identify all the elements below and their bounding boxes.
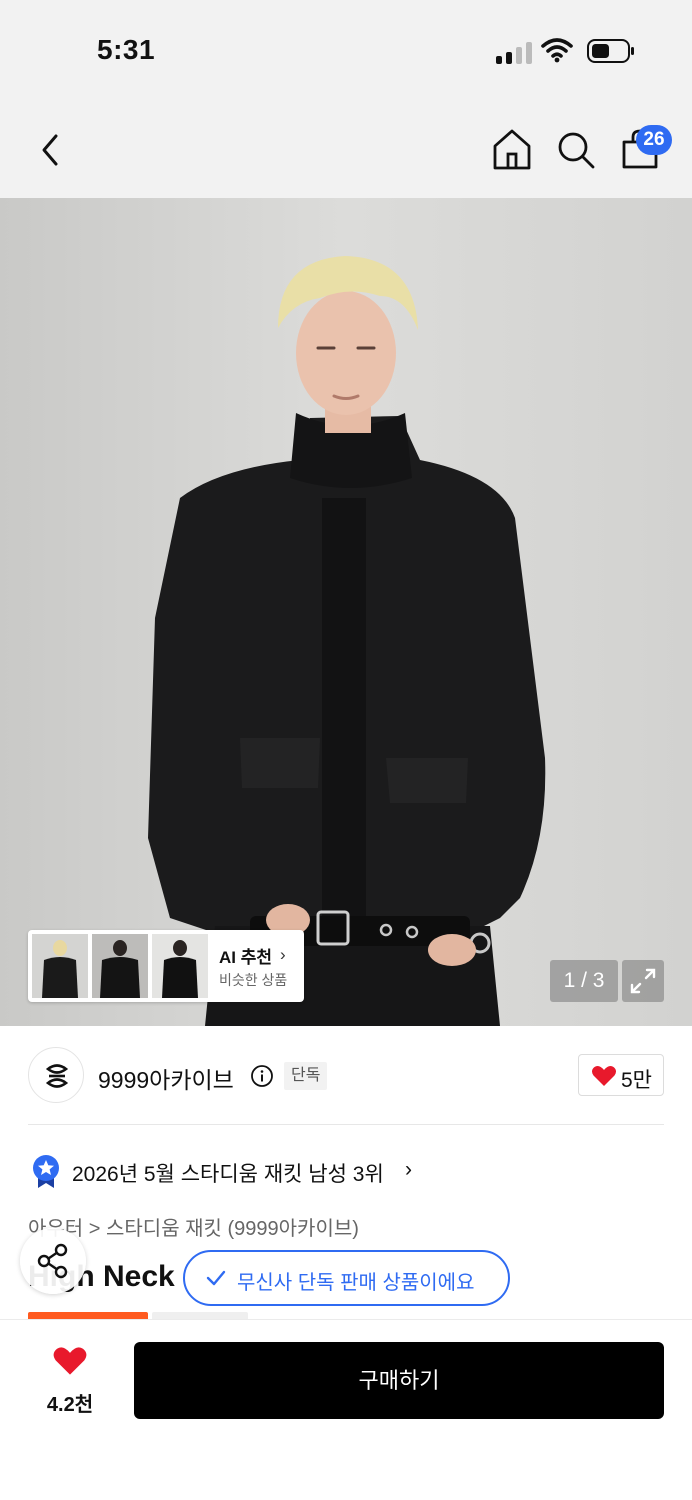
heart-icon: [53, 1347, 87, 1375]
check-icon: [206, 1270, 226, 1286]
home-icon[interactable]: [492, 128, 532, 170]
ranking-link[interactable]: 2026년 5월 스타디움 재킷 남성 3위: [72, 1158, 384, 1188]
exclusive-tag: 단독: [284, 1062, 328, 1090]
expand-button[interactable]: [622, 960, 664, 1002]
status-time: 5:31: [97, 34, 156, 65]
status-bar: 5:31: [0, 0, 692, 100]
wifi-icon: [541, 38, 573, 63]
signal-icon: [496, 40, 532, 64]
back-icon[interactable]: [36, 132, 64, 168]
chevron-right-icon: ›: [405, 1158, 412, 1181]
expand-icon: [630, 968, 656, 994]
ai-thumbnail[interactable]: [152, 934, 208, 998]
product-image[interactable]: [0, 198, 692, 1026]
divider: [28, 1124, 664, 1125]
heart-icon: [591, 1066, 617, 1086]
cart-count-badge: 26: [636, 125, 672, 155]
product-like-count: 4.2천: [46, 1394, 94, 1416]
share-button[interactable]: [20, 1228, 86, 1294]
ai-thumbnail[interactable]: [92, 934, 148, 998]
ranking-badge-icon: [33, 1155, 59, 1188]
exclusive-notice-chip: 무신사 단독 판매 상품이에요: [183, 1250, 510, 1306]
exclusive-notice-text: 무신사 단독 판매 상품이에요: [237, 1272, 475, 1294]
ai-recommend-title: AI 추천: [219, 948, 273, 967]
image-page-counter: 1 / 3: [550, 960, 618, 1002]
product-like-button[interactable]: 4.2천: [30, 1340, 110, 1420]
info-icon[interactable]: [250, 1064, 274, 1088]
search-icon[interactable]: [556, 130, 596, 170]
buy-button[interactable]: 구매하기: [134, 1342, 664, 1419]
brand-name[interactable]: 9999아카이브: [98, 1061, 234, 1095]
share-icon: [37, 1243, 68, 1279]
brand-like-button[interactable]: 5만: [578, 1054, 664, 1096]
brand-logo[interactable]: [28, 1047, 84, 1103]
ai-thumbnail[interactable]: [32, 934, 88, 998]
battery-icon: [587, 39, 634, 63]
chevron-right-icon: ›: [280, 945, 286, 964]
ai-recommend-card[interactable]: AI 추천 › 비슷한 상품: [28, 930, 304, 1002]
ai-recommend-subtitle: 비슷한 상품: [219, 972, 288, 988]
brand-like-count: 5만: [621, 1069, 652, 1092]
